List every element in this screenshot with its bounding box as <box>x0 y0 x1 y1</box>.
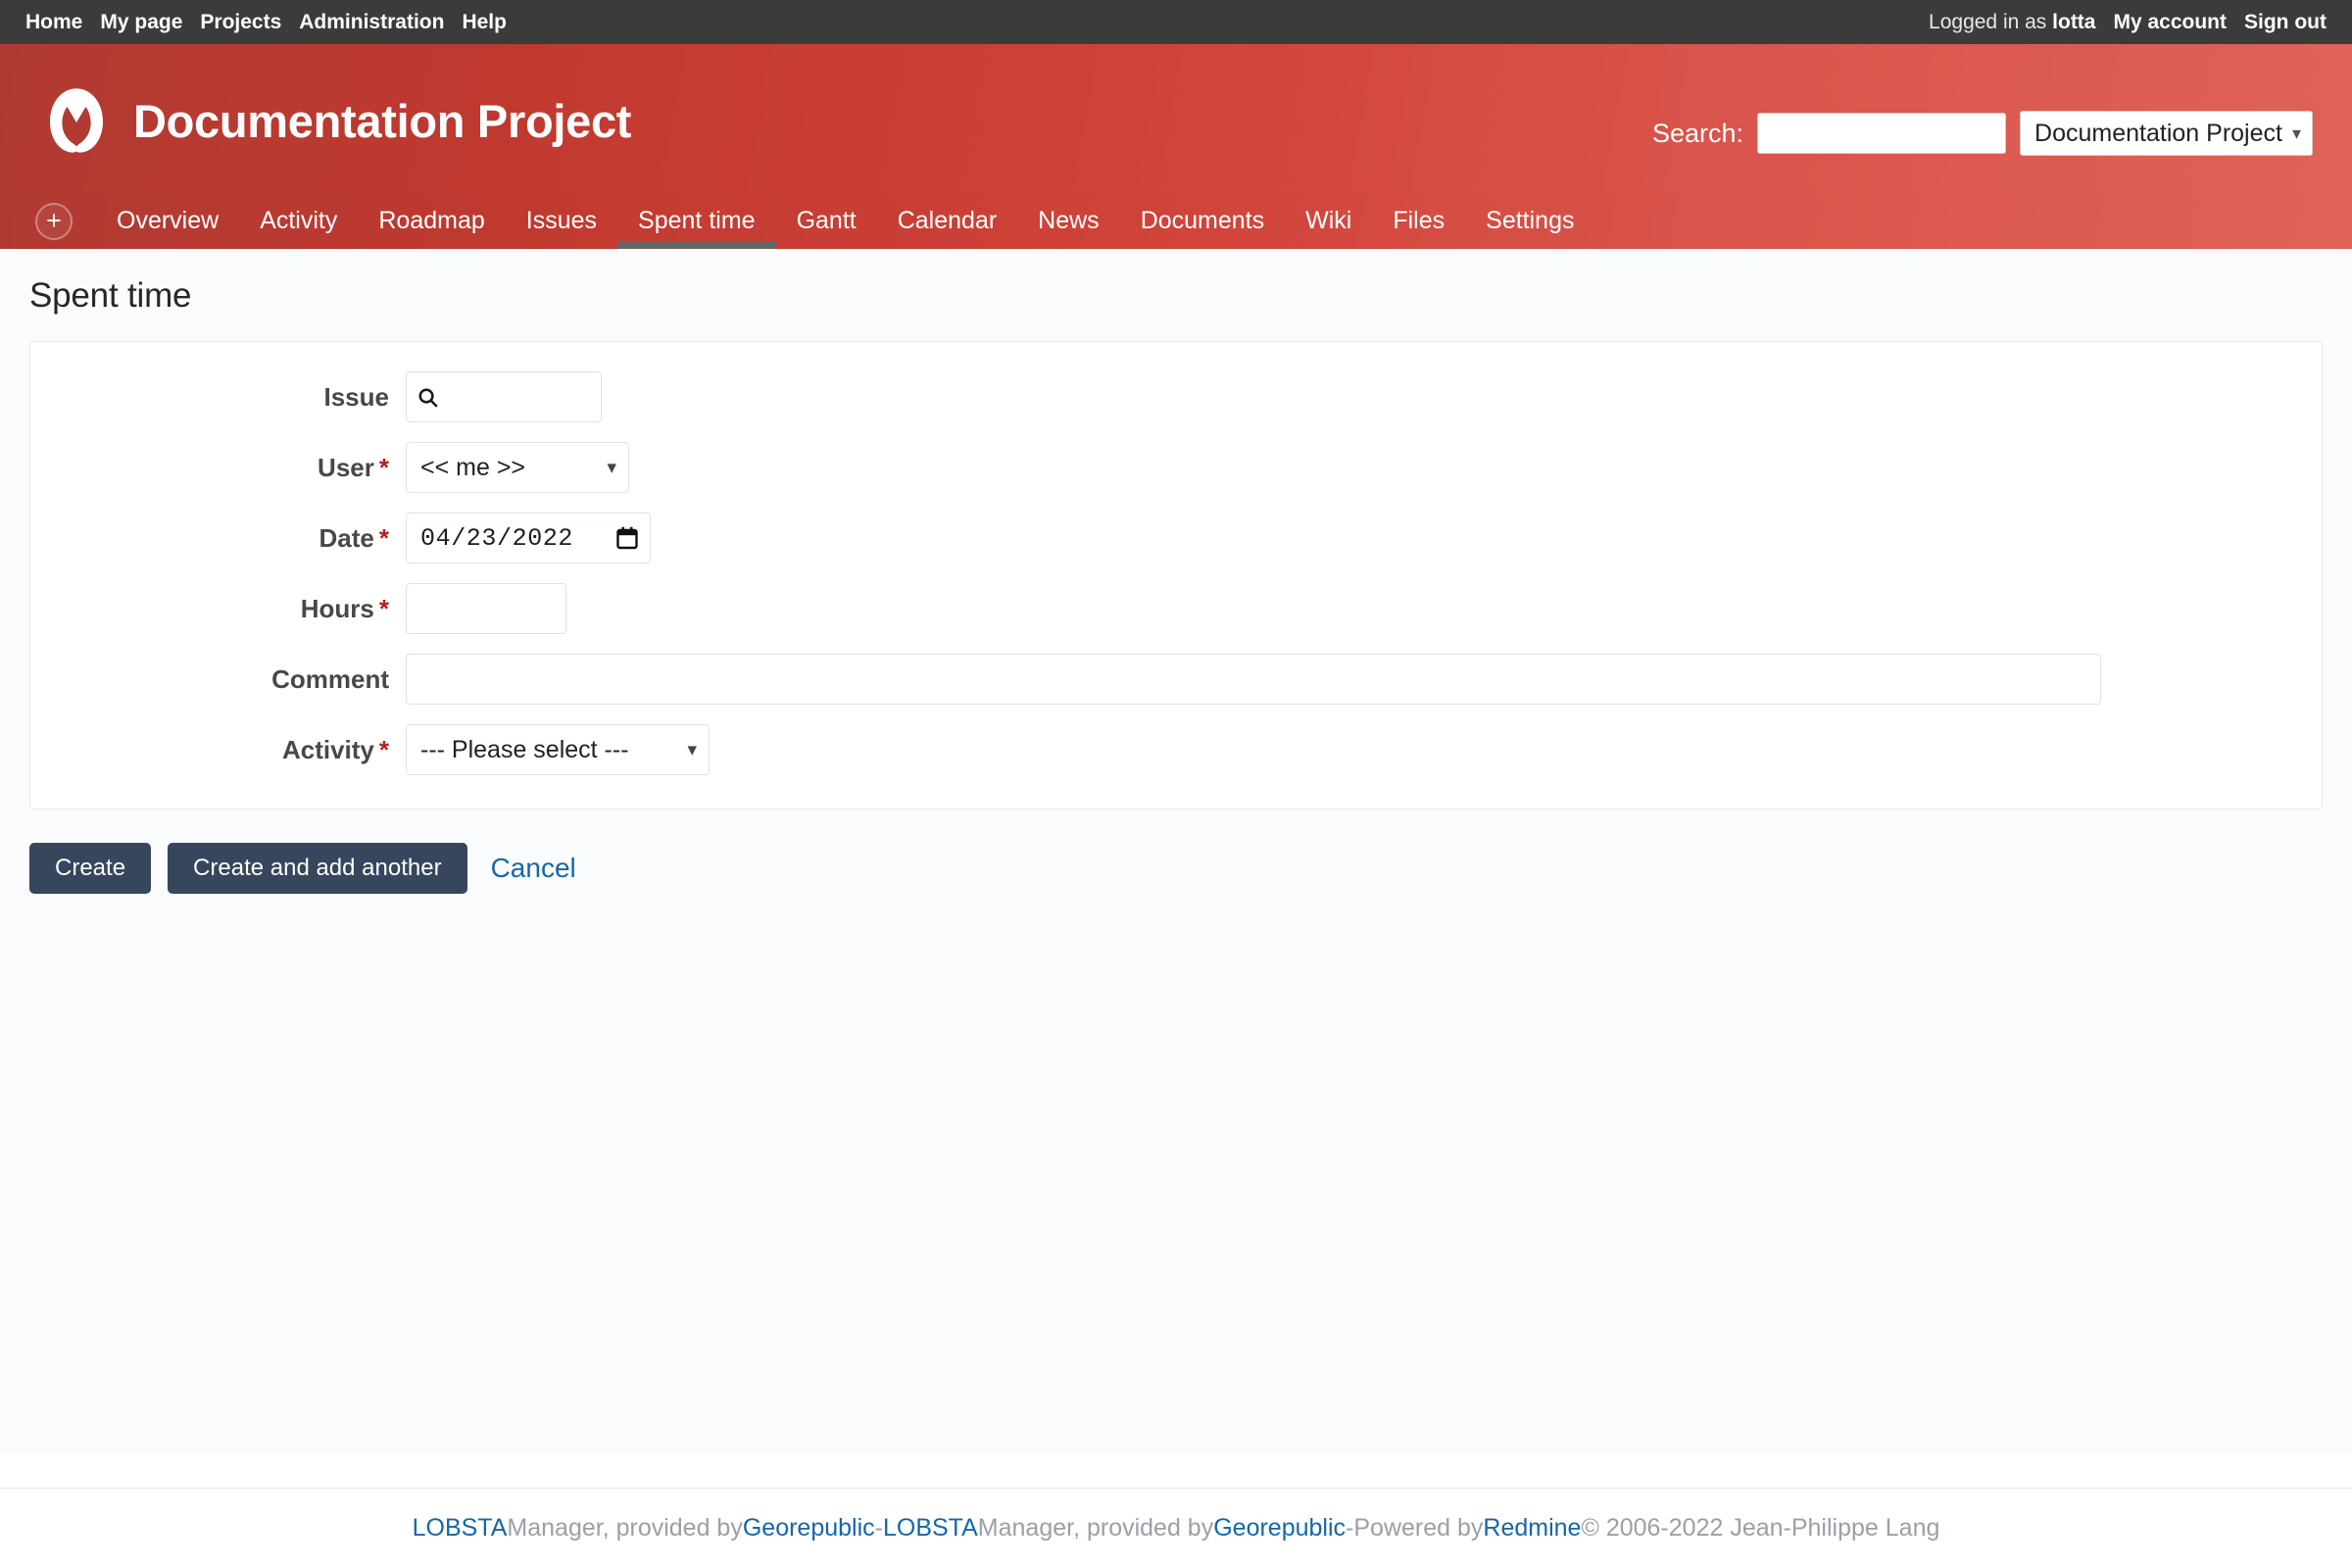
form-row-comment: Comment <box>56 654 2296 705</box>
project-nav-bar: + Overview Activity Roadmap Issues Spent… <box>0 193 2352 249</box>
logged-in-prefix: Logged in as <box>1929 10 2047 33</box>
logged-in-username: lotta <box>2052 10 2096 33</box>
comment-label-text: Comment <box>271 663 389 694</box>
comment-input[interactable] <box>406 654 2101 705</box>
project-scope-select-value: Documentation Project <box>2034 119 2282 147</box>
footer-lobsta-link-1[interactable]: LOBSTA <box>413 1514 508 1543</box>
form-row-date: Date * 04/23/2022 <box>56 513 2296 564</box>
search-input[interactable] <box>1757 113 2007 154</box>
date-input-value: 04/23/2022 <box>420 523 574 553</box>
date-input[interactable]: 04/23/2022 <box>406 513 651 564</box>
user-select[interactable]: << me >> ▾ <box>406 442 629 493</box>
activity-label: Activity * <box>56 735 406 765</box>
top-menu-left-group: Home My page Projects Administration Hel… <box>25 11 507 34</box>
form-row-user: User * << me >> ▾ <box>56 442 2296 493</box>
form-row-issue: Issue <box>56 371 2296 422</box>
brand-block[interactable]: Documentation Project <box>41 85 631 156</box>
nav-issues[interactable]: Issues <box>506 193 617 249</box>
page-header: Documentation Project Search: Documentat… <box>0 44 2352 193</box>
nav-gantt[interactable]: Gantt <box>776 193 877 249</box>
user-label: User * <box>56 453 406 483</box>
top-menu-home[interactable]: Home <box>25 11 82 34</box>
top-menu-administration[interactable]: Administration <box>299 11 444 34</box>
header-search-area: Search: Documentation Project ▾ <box>1652 111 2313 156</box>
add-new-button[interactable]: + <box>35 202 73 240</box>
activity-required-mark: * <box>378 734 389 764</box>
search-icon <box>418 387 438 407</box>
main-content: Spent time Issue User * << me >> ▾ Date … <box>0 249 2352 1454</box>
footer-powered-text: Powered by <box>1353 1514 1484 1542</box>
footer-text-1: Manager, provided by <box>507 1514 743 1542</box>
top-menu-bar: Home My page Projects Administration Hel… <box>0 0 2352 44</box>
user-label-text: User <box>318 452 374 482</box>
redmine-m-logo-icon <box>50 88 103 153</box>
hours-required-mark: * <box>378 593 389 623</box>
form-row-activity: Activity * --- Please select --- ▾ <box>56 724 2296 775</box>
footer-dash-1: - <box>874 1514 883 1542</box>
nav-spent-time[interactable]: Spent time <box>617 193 776 249</box>
form-row-hours: Hours * <box>56 583 2296 634</box>
nav-files[interactable]: Files <box>1372 193 1465 249</box>
project-title: Documentation Project <box>133 94 632 147</box>
nav-calendar[interactable]: Calendar <box>877 193 1017 249</box>
logged-in-status: Logged in as lotta <box>1929 11 2095 34</box>
date-required-mark: * <box>378 522 389 553</box>
hours-label-text: Hours <box>300 593 374 623</box>
hours-label: Hours * <box>56 594 406 624</box>
chevron-down-icon: ▾ <box>687 739 697 760</box>
activity-label-text: Activity <box>281 734 374 764</box>
user-select-value: << me >> <box>420 453 526 481</box>
project-scope-select[interactable]: Documentation Project ▾ <box>2020 111 2313 156</box>
issue-label-text: Issue <box>323 381 390 412</box>
sign-out-link[interactable]: Sign out <box>2244 11 2327 34</box>
page-title: Spent time <box>29 276 192 315</box>
top-menu-help[interactable]: Help <box>462 11 507 34</box>
nav-overview[interactable]: Overview <box>96 193 239 249</box>
footer-dash-2: - <box>1346 1514 1354 1542</box>
cancel-link[interactable]: Cancel <box>491 853 576 884</box>
top-menu-my-page[interactable]: My page <box>100 11 182 34</box>
footer-redmine-link[interactable]: Redmine <box>1483 1514 1581 1543</box>
comment-label: Comment <box>56 664 406 695</box>
date-label: Date * <box>56 523 406 554</box>
chevron-down-icon: ▾ <box>2291 123 2301 143</box>
nav-documents[interactable]: Documents <box>1120 193 1285 249</box>
activity-select-value: --- Please select --- <box>420 735 629 763</box>
nav-roadmap[interactable]: Roadmap <box>358 193 505 249</box>
page-footer: LOBSTA Manager, provided by Georepublic … <box>0 1488 2352 1568</box>
footer-text-2: Manager, provided by <box>977 1514 1214 1542</box>
footer-georepublic-link-2[interactable]: Georepublic <box>1213 1514 1346 1543</box>
my-account-link[interactable]: My account <box>2113 11 2227 34</box>
date-label-text: Date <box>318 522 374 553</box>
hours-input[interactable] <box>406 583 566 634</box>
search-label: Search: <box>1651 118 1744 148</box>
create-button[interactable]: Create <box>29 843 152 894</box>
nav-settings[interactable]: Settings <box>1465 193 1594 249</box>
top-menu-right-group: Logged in as lotta My account Sign out <box>1929 11 2327 34</box>
footer-georepublic-link-1[interactable]: Georepublic <box>743 1514 875 1543</box>
activity-select[interactable]: --- Please select --- ▾ <box>406 724 710 775</box>
top-menu-projects[interactable]: Projects <box>200 11 281 34</box>
create-and-add-another-button[interactable]: Create and add another <box>168 843 467 894</box>
issue-input[interactable] <box>406 371 602 422</box>
calendar-icon[interactable] <box>616 526 638 550</box>
form-actions: Create Create and add another Cancel <box>29 843 2323 894</box>
footer-copyright: © 2006-2022 Jean-Philippe Lang <box>1581 1514 1940 1542</box>
issue-label: Issue <box>56 382 406 413</box>
time-entry-form: Issue User * << me >> ▾ Date * 04/23/202… <box>29 341 2323 809</box>
nav-activity[interactable]: Activity <box>239 193 358 249</box>
user-required-mark: * <box>378 452 389 482</box>
nav-wiki[interactable]: Wiki <box>1285 193 1372 249</box>
footer-lobsta-link-2[interactable]: LOBSTA <box>883 1514 978 1543</box>
nav-news[interactable]: News <box>1017 193 1120 249</box>
chevron-down-icon: ▾ <box>607 457 616 478</box>
